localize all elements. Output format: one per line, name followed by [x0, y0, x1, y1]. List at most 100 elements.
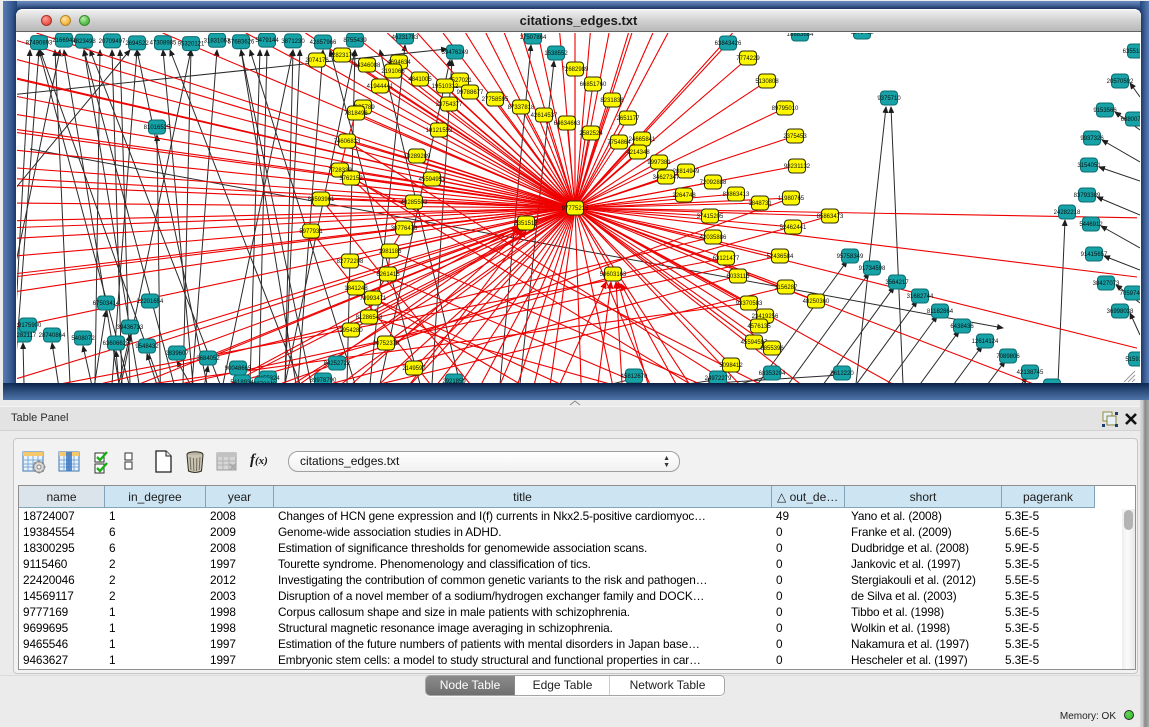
svg-text:2839607: 2839607 — [165, 351, 189, 357]
svg-text:2375453: 2375453 — [783, 134, 807, 140]
svg-text:20570592: 20570592 — [1107, 79, 1134, 85]
svg-text:84346088: 84346088 — [354, 63, 381, 69]
svg-text:1981186: 1981186 — [379, 249, 403, 255]
svg-text:1538552: 1538552 — [544, 51, 568, 57]
svg-text:17507864: 17507864 — [520, 35, 547, 41]
svg-text:5479144: 5479144 — [255, 38, 279, 44]
svg-text:2191066: 2191066 — [381, 69, 405, 75]
svg-text:28740864: 28740864 — [39, 333, 66, 339]
svg-text:9997381: 9997381 — [647, 160, 671, 166]
svg-text:42035886: 42035886 — [700, 235, 727, 241]
svg-text:7818496: 7818496 — [344, 111, 368, 117]
svg-text:85863473: 85863473 — [817, 214, 844, 220]
svg-text:83793389: 83793389 — [1074, 193, 1101, 199]
svg-text:37415205: 37415205 — [697, 214, 724, 220]
svg-text:98231132: 98231132 — [784, 164, 811, 170]
svg-text:72092888: 72092888 — [700, 180, 727, 186]
svg-text:42857966: 42857966 — [310, 40, 337, 46]
svg-text:2921859: 2921859 — [442, 379, 466, 383]
svg-text:3762152: 3762152 — [339, 176, 363, 182]
svg-text:38754377: 38754377 — [436, 102, 463, 108]
svg-text:20709497: 20709497 — [99, 39, 126, 45]
svg-text:19510312: 19510312 — [432, 84, 459, 90]
svg-text:46231783: 46231783 — [392, 35, 419, 41]
svg-text:5159166: 5159166 — [1125, 357, 1140, 363]
svg-text:12823170: 12823170 — [329, 53, 356, 59]
svg-text:29175900: 29175900 — [17, 323, 42, 329]
svg-text:84593961: 84593961 — [308, 197, 335, 203]
svg-text:84252722: 84252722 — [324, 361, 351, 367]
svg-text:2651177: 2651177 — [617, 116, 641, 122]
svg-text:1954280: 1954280 — [339, 328, 363, 334]
svg-text:5130808: 5130808 — [755, 79, 779, 85]
svg-text:90048665: 90048665 — [225, 366, 252, 372]
svg-text:5098412: 5098412 — [719, 363, 743, 369]
svg-text:6855396: 6855396 — [760, 346, 784, 352]
svg-text:42614537: 42614537 — [531, 113, 558, 119]
svg-text:95320121: 95320121 — [178, 42, 205, 48]
svg-text:4841005: 4841005 — [408, 77, 432, 83]
svg-text:5977931: 5977931 — [299, 229, 323, 235]
svg-text:9375710: 9375710 — [877, 96, 901, 102]
svg-text:87490893: 87490893 — [26, 41, 53, 47]
svg-text:1848731: 1848731 — [748, 201, 772, 207]
svg-text:8755439: 8755439 — [343, 38, 367, 44]
svg-text:91734598: 91734598 — [859, 266, 886, 272]
svg-text:4823498: 4823498 — [72, 39, 96, 45]
svg-text:7774229: 7774229 — [736, 56, 760, 62]
svg-text:89795010: 89795010 — [772, 106, 799, 112]
svg-text:30776478: 30776478 — [391, 226, 418, 232]
svg-text:33978249: 33978249 — [250, 382, 277, 383]
svg-text:2582524: 2582524 — [579, 131, 603, 137]
svg-text:87337818: 87337818 — [508, 105, 535, 111]
svg-text:6438436: 6438436 — [950, 324, 974, 330]
svg-text:8351517: 8351517 — [514, 221, 538, 227]
svg-text:42138745: 42138745 — [1017, 370, 1044, 376]
svg-text:81182864: 81182864 — [927, 309, 954, 315]
svg-text:3154051: 3154051 — [1077, 163, 1101, 169]
svg-text:6033115: 6033115 — [727, 274, 751, 280]
svg-text:97775215: 97775215 — [562, 206, 589, 212]
svg-text:57683626: 57683626 — [228, 40, 255, 46]
svg-text:22201654: 22201654 — [137, 299, 164, 305]
svg-text:45594951: 45594951 — [419, 177, 446, 183]
svg-text:1156287: 1156287 — [775, 285, 799, 291]
svg-text:2074176: 2074176 — [305, 58, 329, 64]
svg-text:66851760: 66851760 — [580, 82, 607, 88]
svg-text:64634663: 64634663 — [554, 121, 581, 127]
svg-text:89978790: 89978790 — [310, 378, 337, 383]
svg-text:3684052: 3684052 — [196, 356, 220, 362]
svg-text:36998038: 36998038 — [1107, 309, 1134, 315]
svg-text:7089806: 7089806 — [996, 354, 1020, 360]
svg-text:81016525: 81016525 — [144, 125, 171, 131]
svg-text:63121477: 63121477 — [713, 256, 740, 262]
svg-text:1841248: 1841248 — [344, 286, 368, 292]
svg-text:52462441: 52462441 — [780, 225, 807, 231]
svg-text:63606628: 63606628 — [103, 341, 130, 347]
svg-text:34627347: 34627347 — [653, 175, 680, 181]
svg-text:9937326: 9937326 — [1080, 136, 1104, 142]
svg-text:81286543: 81286543 — [356, 315, 383, 321]
svg-text:27758595: 27758595 — [482, 97, 509, 103]
svg-text:48285503: 48285503 — [401, 200, 428, 206]
svg-text:3871230: 3871230 — [281, 39, 305, 45]
svg-text:4576135: 4576135 — [747, 324, 771, 330]
svg-text:6261415: 6261415 — [376, 272, 400, 278]
svg-text:6279418: 6279418 — [850, 33, 874, 36]
svg-text:18883684: 18883684 — [787, 33, 814, 38]
svg-text:93370583: 93370583 — [736, 301, 763, 307]
svg-text:63551839: 63551839 — [1123, 49, 1140, 55]
svg-text:39436733: 39436733 — [117, 325, 144, 331]
svg-text:2264748: 2264748 — [672, 193, 696, 199]
svg-text:31682744: 31682744 — [907, 294, 934, 300]
svg-text:8612220: 8612220 — [830, 371, 854, 377]
svg-text:68353204: 68353204 — [759, 371, 786, 377]
svg-text:4214348: 4214348 — [626, 150, 650, 156]
svg-text:48250360: 48250360 — [803, 299, 830, 305]
svg-text:95758349: 95758349 — [837, 254, 864, 260]
svg-text:38427073: 38427073 — [1093, 281, 1120, 287]
svg-text:12614124: 12614124 — [972, 339, 999, 345]
svg-text:99788677: 99788677 — [457, 90, 484, 96]
svg-text:52436584: 52436584 — [767, 254, 794, 260]
svg-text:83863413: 83863413 — [723, 192, 750, 198]
